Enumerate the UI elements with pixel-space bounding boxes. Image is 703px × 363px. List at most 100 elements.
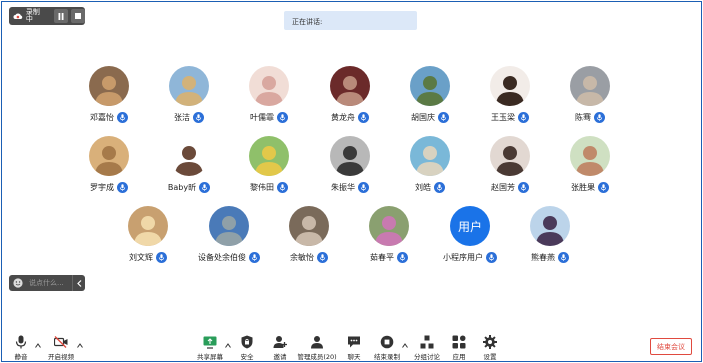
start-video-button[interactable]: 开启视频: [48, 335, 74, 361]
participant-tile[interactable]: 叶儒霏: [229, 66, 309, 128]
participant-name-row: 刘皓: [390, 181, 470, 193]
avatar-image: [169, 136, 209, 176]
mic-status-badge: [358, 181, 369, 193]
chevron-left-icon: [76, 279, 81, 287]
share-screen-button[interactable]: 共享屏幕: [197, 335, 223, 361]
microphone-icon: [399, 253, 406, 261]
participant-tile[interactable]: 用户 小程序用户: [430, 206, 510, 268]
participant-tile[interactable]: 刘皓: [390, 136, 470, 198]
avatar-image: [570, 66, 610, 106]
microphone-icon: [440, 113, 447, 121]
mic-status-badge: [156, 251, 167, 263]
participant-name-row: 罗宇成: [69, 181, 149, 193]
avatar: [249, 66, 289, 106]
chat-placeholder: 说点什么...: [29, 279, 64, 287]
avatar-image: [530, 206, 570, 246]
microphone-icon: [279, 183, 286, 191]
chevron-up-icon[interactable]: [225, 343, 231, 348]
participant-tile[interactable]: 朱振华: [310, 136, 390, 198]
participant-tile[interactable]: 罗宇成: [69, 136, 149, 198]
mic-status-badge: [486, 251, 497, 263]
participant-name-row: 朱振华: [310, 181, 390, 193]
emoji-icon[interactable]: [13, 278, 23, 288]
avatar-image: [249, 136, 289, 176]
invite-button[interactable]: 邀请: [270, 335, 290, 361]
participant-tile[interactable]: 王玉梁: [470, 66, 550, 128]
participant-tile[interactable]: 陈骞: [550, 66, 630, 128]
avatar-image: [330, 136, 370, 176]
participant-name: 赵国芳: [491, 182, 515, 192]
security-button[interactable]: 安全: [237, 335, 257, 361]
avatar: [89, 66, 129, 106]
participant-name: 黄龙舟: [331, 112, 355, 122]
avatar-image: [209, 206, 249, 246]
participant-name: 王玉梁: [491, 112, 515, 122]
end-meeting-button[interactable]: 结束会议: [650, 338, 692, 355]
chevron-up-icon[interactable]: [35, 343, 41, 348]
avatar-image: [128, 206, 168, 246]
microphone-icon: [158, 253, 165, 261]
participant-tile[interactable]: 赵国芳: [470, 136, 550, 198]
participant-tile[interactable]: 张胜果: [550, 136, 630, 198]
breakout-rooms-button[interactable]: 分组讨论: [414, 335, 440, 361]
chat-button[interactable]: 聊天: [344, 335, 364, 361]
participant-name: 罗宇成: [90, 182, 114, 192]
participant-name-row: 黎伟田: [229, 181, 309, 193]
participant-name: 刘文辉: [129, 252, 153, 262]
participant-tile[interactable]: Baby昕: [149, 136, 229, 198]
participant-name: 张洁: [174, 112, 190, 122]
avatar: 用户: [450, 206, 490, 246]
participant-tile[interactable]: 熊春燕: [510, 206, 590, 268]
participant-name-row: 张洁: [149, 111, 229, 123]
participant-name: 刘皓: [415, 182, 431, 192]
chat-icon: [348, 336, 360, 348]
settings-button[interactable]: 设置: [480, 335, 500, 361]
avatar-image: [249, 66, 289, 106]
invite-label: 邀请: [273, 353, 287, 361]
speaking-banner: 正在讲话:: [284, 11, 417, 30]
microphone-icon: [119, 113, 126, 121]
chevron-up-icon[interactable]: [77, 343, 83, 348]
mute-button[interactable]: 静音: [10, 335, 32, 361]
manage-members-button[interactable]: 管理成员(20): [297, 335, 337, 361]
participant-tile[interactable]: 茹春平: [349, 206, 429, 268]
mic-status-badge: [594, 111, 605, 123]
avatar: [330, 136, 370, 176]
mic-status-badge: [358, 111, 369, 123]
pause-recording-button[interactable]: [54, 9, 69, 23]
chat-label: 聊天: [347, 353, 361, 361]
microphone-icon: [319, 253, 326, 261]
stop-recording-button[interactable]: [71, 9, 85, 23]
avatar: [169, 136, 209, 176]
participant-tile[interactable]: 黄龙舟: [310, 66, 390, 128]
participant-tile[interactable]: 邓嘉怡: [69, 66, 149, 128]
avatar: [169, 66, 209, 106]
stop-recording-toolbar-button[interactable]: 结束录制: [374, 335, 400, 361]
participant-tile[interactable]: 余敏怡: [269, 206, 349, 268]
mic-status-badge: [193, 111, 204, 123]
microphone-icon: [195, 113, 202, 121]
apps-button[interactable]: 应用: [449, 335, 469, 361]
participant-tile[interactable]: 张洁: [149, 66, 229, 128]
participant-name: 茹春平: [370, 252, 394, 262]
participant-name-row: 邓嘉怡: [69, 111, 149, 123]
collapse-chat-button[interactable]: [72, 275, 85, 291]
avatar-image: [490, 136, 530, 176]
mic-status-badge: [598, 181, 609, 193]
participant-name-row: 茹春平: [349, 251, 429, 263]
chat-quick-input[interactable]: 说点什么...: [9, 275, 85, 291]
chevron-up-icon[interactable]: [402, 343, 408, 348]
breakout-label: 分组讨论: [414, 353, 440, 361]
mic-status-badge: [249, 251, 260, 263]
participant-tile[interactable]: 黎伟田: [229, 136, 309, 198]
video-off-icon: [54, 336, 68, 348]
participant-tile[interactable]: 刘文辉: [108, 206, 188, 268]
participant-tile[interactable]: 胡国庆: [390, 66, 470, 128]
mic-status-badge: [397, 251, 408, 263]
participant-name: 朱振华: [331, 182, 355, 192]
participant-tile[interactable]: 设备处余伯俊: [189, 206, 269, 268]
security-label: 安全: [240, 353, 254, 361]
avatar-image: [289, 206, 329, 246]
participant-name: 张胜果: [571, 182, 595, 192]
mic-status-badge: [277, 111, 288, 123]
